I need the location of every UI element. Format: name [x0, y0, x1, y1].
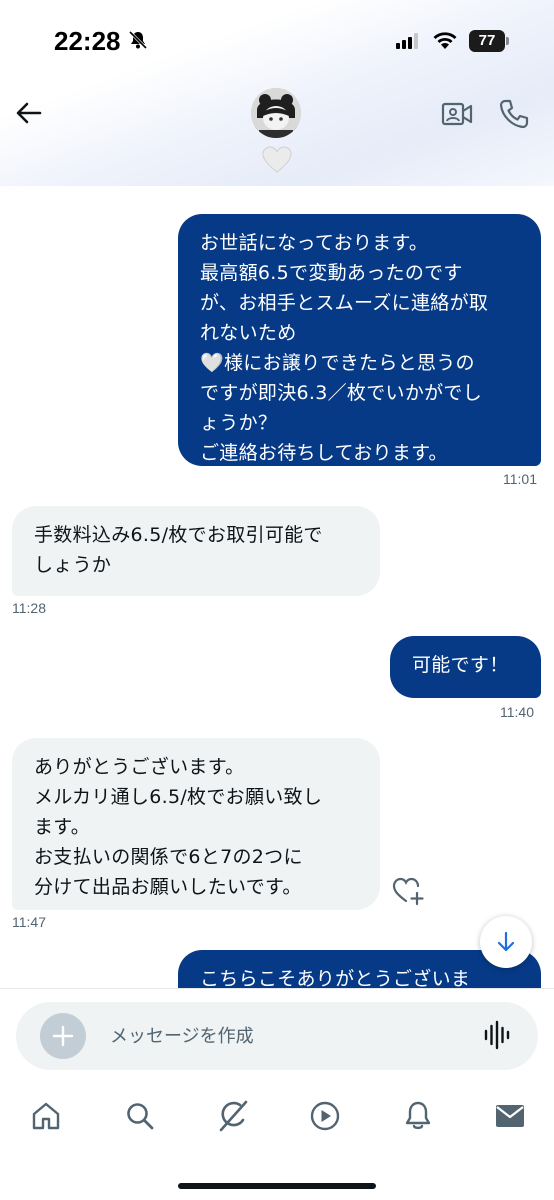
plus-icon: [52, 1025, 74, 1047]
message-composer: [16, 1002, 538, 1070]
home-icon[interactable]: [30, 1100, 62, 1136]
grok-icon[interactable]: [216, 1100, 250, 1136]
notifications-icon[interactable]: [402, 1100, 434, 1136]
message-input[interactable]: メッセージを作成: [110, 1022, 254, 1048]
search-icon[interactable]: [124, 1100, 156, 1136]
message-timestamp: 11:40: [500, 704, 534, 720]
arrow-down-icon: [497, 931, 515, 952]
voice-message-icon[interactable]: [484, 1020, 512, 1054]
message-timestamp: 11:01: [503, 471, 537, 487]
message-bubble-incoming[interactable]: ありがとうございます。 メルカリ通し6.5/枚でお願い致し ます。 お支払いの関…: [12, 738, 380, 910]
cellular-signal-icon: [396, 33, 422, 53]
message-timestamp: 11:47: [12, 914, 46, 930]
battery-cap: [506, 37, 509, 45]
messages-icon[interactable]: [494, 1100, 526, 1136]
battery-indicator: 77: [469, 30, 509, 52]
status-time: 22:28: [54, 26, 121, 56]
heart-icon: [262, 146, 292, 178]
add-media-button[interactable]: [40, 1013, 86, 1059]
back-arrow-icon[interactable]: [14, 98, 44, 132]
message-bubble-outgoing[interactable]: お世話になっております。 最高額6.5で変動あったのです が、お相手とスムーズに…: [178, 214, 541, 466]
battery-level: 77: [469, 30, 505, 52]
add-reaction-icon[interactable]: [392, 876, 424, 910]
video-icon[interactable]: [309, 1100, 341, 1136]
status-bar: 22:28 77: [0, 0, 554, 80]
bottom-navigation: [0, 1090, 554, 1150]
wifi-icon: [432, 31, 458, 55]
message-bubble-incoming[interactable]: 手数料込み6.5/枚でお取引可能で しょうか: [12, 506, 380, 596]
silent-mode-icon: [128, 30, 148, 54]
message-bubble-outgoing[interactable]: 可能です！: [390, 636, 541, 698]
message-timestamp: 11:28: [12, 600, 46, 616]
scroll-to-bottom-button[interactable]: [480, 916, 532, 968]
home-indicator: [178, 1183, 376, 1189]
video-call-icon[interactable]: [441, 100, 473, 132]
avatar[interactable]: [251, 88, 301, 138]
phone-call-icon[interactable]: [498, 98, 530, 134]
